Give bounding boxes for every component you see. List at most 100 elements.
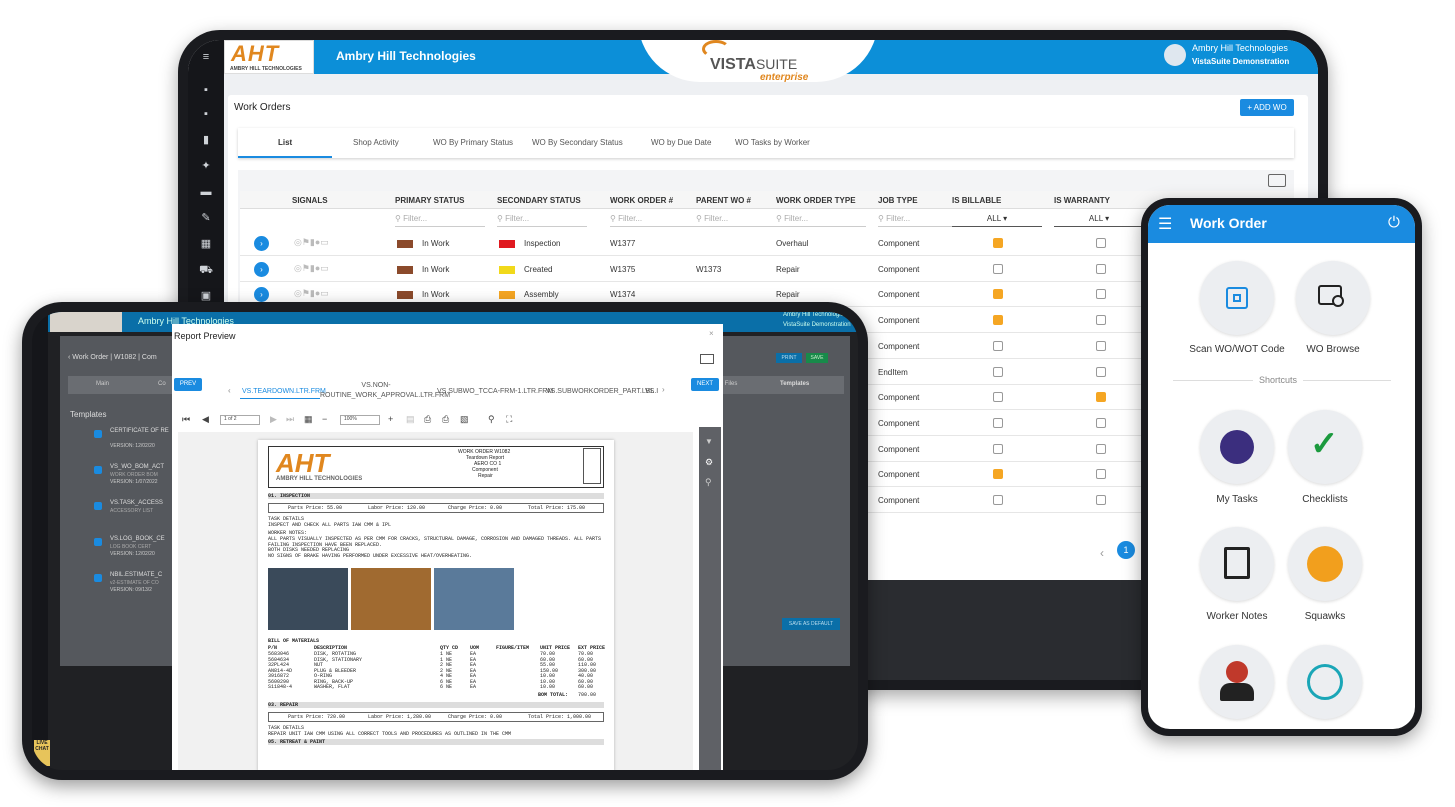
wrench-icon[interactable]: ✦ — [199, 160, 213, 172]
truck-icon[interactable]: ▬ — [199, 186, 213, 198]
is-warranty-checkbox[interactable] — [1096, 315, 1106, 326]
work-order-number[interactable]: W1374 — [610, 290, 635, 299]
filter-input[interactable]: ⚲ Filter... — [696, 214, 786, 227]
tab-list[interactable]: List — [278, 128, 292, 158]
filter-input[interactable]: ⚲ Filter... — [610, 214, 700, 227]
calendar-icon[interactable]: ▣ — [199, 290, 213, 302]
filter-input[interactable]: ⚲ Filter... — [497, 214, 587, 227]
warehouse-icon[interactable]: ▦ — [199, 238, 213, 250]
squawks-button[interactable] — [1288, 527, 1362, 601]
fullscreen-icon[interactable]: ⛶ — [506, 414, 512, 425]
is-billable-checkbox[interactable] — [993, 366, 1003, 377]
is-warranty-checkbox[interactable] — [1096, 417, 1106, 428]
table-row[interactable]: › ◎⚑▮●▭ In Work Inspection W1377 Overhaul Comp… — [240, 231, 1294, 256]
billable-filter-select[interactable]: ALL ▾ — [952, 214, 1042, 227]
parent-wo-number[interactable]: W1373 — [696, 265, 721, 274]
col-work-order-type[interactable]: WORK ORDER TYPE — [776, 196, 856, 205]
col-is-billable[interactable]: IS BILLABLE — [952, 196, 1001, 205]
is-billable-checkbox[interactable] — [993, 495, 1003, 505]
report-link-subwo-tcca[interactable]: VS.SUBWO_TCCA-FRM-1.LTR.FRM — [437, 388, 553, 395]
save-button[interactable]: SAVE — [806, 353, 828, 363]
links-prev-icon[interactable]: ‹ — [228, 386, 231, 395]
is-warranty-checkbox[interactable] — [1096, 495, 1106, 505]
work-order-number[interactable]: W1377 — [610, 239, 635, 248]
tab-wo-by-primary-status[interactable]: WO By Primary Status — [433, 128, 513, 158]
page-select[interactable]: 1 of 2 — [220, 415, 260, 425]
col-work-order-number[interactable]: WORK ORDER # — [610, 196, 673, 205]
info-button[interactable] — [1288, 645, 1362, 719]
add-wo-button[interactable]: + ADD WO — [1240, 99, 1294, 116]
thumbnails-icon[interactable]: ▦ — [304, 414, 313, 425]
highlight-icon[interactable]: ▤ — [406, 414, 415, 425]
my-tasks-button[interactable] — [1200, 410, 1274, 484]
is-warranty-checkbox[interactable] — [1096, 443, 1106, 454]
is-billable-checkbox[interactable] — [993, 417, 1003, 428]
wo-browse-button[interactable] — [1296, 261, 1370, 335]
report-link-more[interactable]: VS.I — [645, 388, 658, 395]
search-icon-side[interactable]: ⚲ — [705, 477, 712, 488]
column-chooser-icon[interactable] — [1268, 174, 1286, 187]
is-warranty-checkbox[interactable] — [1096, 469, 1106, 480]
links-next-icon[interactable]: › — [662, 385, 665, 394]
briefcase-icon[interactable]: ▪ — [199, 108, 213, 120]
pager-page-1[interactable]: 1 — [1117, 541, 1135, 559]
briefcase-icon[interactable]: ▪ — [199, 84, 213, 96]
export-icon[interactable]: ▧ — [460, 414, 469, 425]
table-row[interactable]: › ◎⚑▮●▭ In Work Created W1375 W1373 Repair Comp… — [240, 257, 1294, 282]
is-billable-checkbox[interactable] — [993, 443, 1003, 454]
tab-co[interactable]: Co — [158, 381, 166, 387]
col-secondary-status[interactable]: SECONDARY STATUS — [497, 196, 581, 205]
filter-input[interactable]: ⚲ Filter... — [395, 214, 485, 227]
tab-wo-by-due-date[interactable]: WO by Due Date — [651, 128, 711, 158]
power-icon[interactable]: ⏻ — [1388, 214, 1400, 231]
is-billable-checkbox[interactable] — [993, 238, 1003, 248]
first-page-icon[interactable]: ⏮ — [182, 414, 190, 425]
col-job-type[interactable]: JOB TYPE — [878, 196, 918, 205]
report-link-non-routine[interactable]: VS.NON-ROUTINE_WORK_APPROVAL.LTR.FRM — [320, 381, 450, 401]
building-icon[interactable]: ▮ — [199, 134, 213, 146]
prev-page-icon[interactable]: ◀ — [202, 414, 209, 425]
is-billable-checkbox[interactable] — [993, 340, 1003, 351]
filter-input[interactable]: ⚲ Filter... — [776, 214, 866, 227]
search-icon[interactable]: ⚲ — [488, 414, 495, 425]
print-icon[interactable]: ⎙ — [424, 414, 431, 425]
report-link-teardown[interactable]: VS.TEARDOWN.LTR.FRM — [242, 388, 326, 395]
worker-notes-button[interactable] — [1200, 527, 1274, 601]
cart-icon[interactable]: ⛟ — [199, 264, 213, 276]
is-warranty-checkbox[interactable] — [1096, 263, 1106, 274]
expand-row-button[interactable]: › — [254, 287, 269, 303]
mechanic-button[interactable] — [1200, 645, 1274, 719]
is-billable-checkbox[interactable] — [993, 315, 1003, 326]
col-primary-status[interactable]: PRIMARY STATUS — [395, 196, 464, 205]
is-billable-checkbox[interactable] — [993, 469, 1003, 480]
is-warranty-checkbox[interactable] — [1096, 366, 1106, 377]
last-page-icon[interactable]: ⏭ — [286, 414, 294, 425]
expand-row-button[interactable]: › — [254, 261, 269, 277]
report-link-subworkorder-part[interactable]: VS.SUBWORKORDER_PART.LBL — [546, 388, 654, 395]
next-button[interactable]: NEXT — [691, 378, 719, 391]
col-is-warranty[interactable]: IS WARRANTY — [1054, 196, 1110, 205]
breadcrumb[interactable]: ‹ Work Order | W1082 | Com — [68, 354, 157, 361]
is-warranty-checkbox[interactable] — [1096, 340, 1106, 351]
zoom-select[interactable]: 100% — [340, 415, 380, 425]
zoom-in-icon[interactable]: + — [388, 414, 393, 424]
email-icon[interactable] — [700, 354, 714, 364]
zoom-out-icon[interactable]: − — [322, 414, 327, 424]
gear-icon[interactable]: ⚙ — [705, 457, 713, 468]
close-icon[interactable]: × — [709, 329, 714, 338]
scan-wo-button[interactable] — [1200, 261, 1274, 335]
col-parent-wo[interactable]: PARENT WO # — [696, 196, 751, 205]
is-warranty-checkbox[interactable] — [1096, 289, 1106, 300]
template-checkbox[interactable] — [94, 574, 102, 582]
work-order-number[interactable]: W1375 — [610, 265, 635, 274]
tab-templates[interactable]: Templates — [780, 381, 809, 387]
col-signals[interactable]: SIGNALS — [292, 196, 328, 205]
print-button[interactable]: PRINT — [776, 353, 802, 363]
tab-wo-tasks-by-worker[interactable]: WO Tasks by Worker — [735, 128, 810, 158]
avatar[interactable] — [1164, 44, 1186, 66]
pager-prev-button[interactable]: ‹ — [1100, 546, 1104, 560]
tab-wo-by-secondary-status[interactable]: WO By Secondary Status — [532, 128, 623, 158]
live-chat-button[interactable]: LIVE CHAT — [34, 740, 50, 766]
edit-icon[interactable]: ✎ — [199, 212, 213, 224]
tab-main[interactable]: Main — [96, 381, 109, 387]
